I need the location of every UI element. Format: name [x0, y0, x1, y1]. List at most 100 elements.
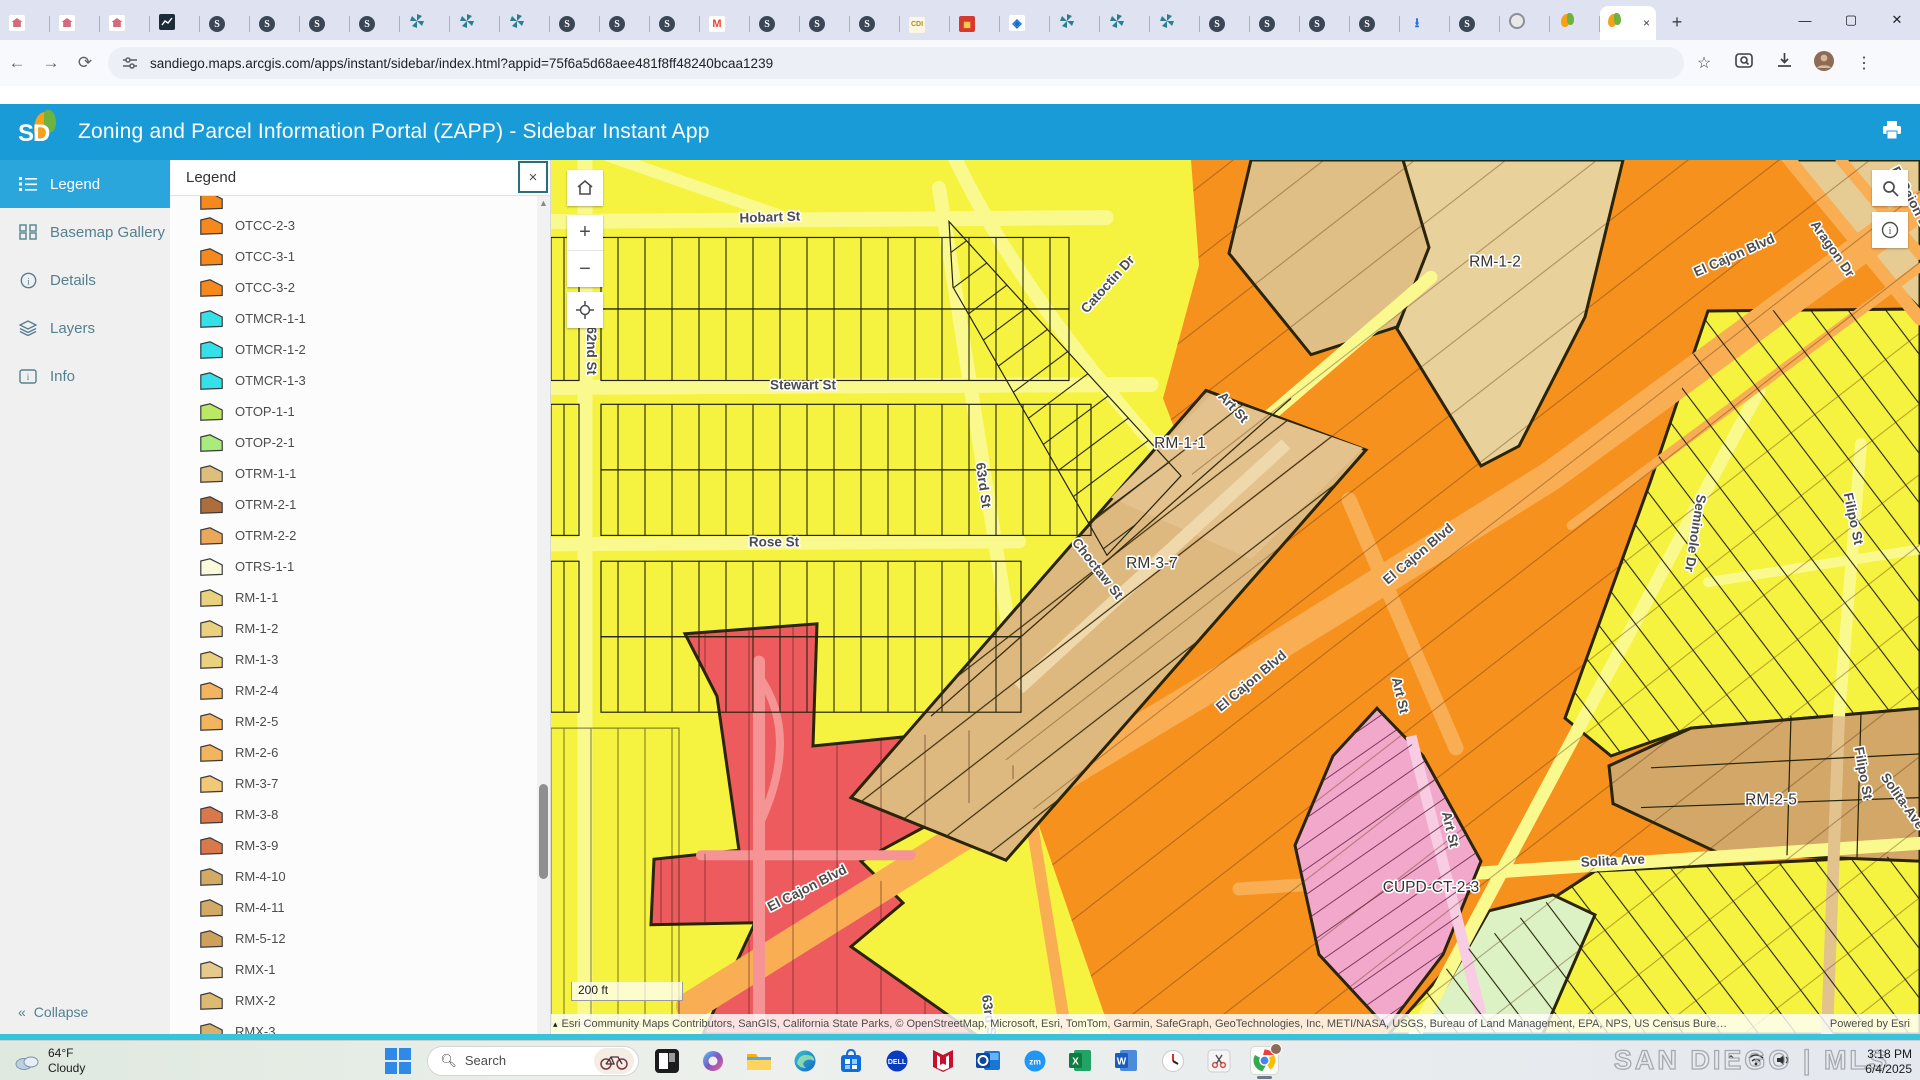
map-view[interactable]: Hobart StStewart StRose St62nd St63rd St…	[551, 160, 1920, 1034]
zoning-map[interactable]: Hobart StStewart StRose St62nd St63rd St…	[551, 160, 1920, 1034]
taskbar-app-dell[interactable]: DELL	[883, 1047, 910, 1074]
download-icon[interactable]	[1764, 52, 1804, 74]
browser-tab[interactable]: M	[700, 6, 750, 40]
legend-item[interactable]: OTMCR-1-2	[170, 334, 537, 365]
browser-tab[interactable]	[1500, 6, 1550, 40]
legend-item[interactable]: OTMCR-1-3	[170, 365, 537, 396]
browser-tab[interactable]: S	[1250, 6, 1300, 40]
legend-item[interactable]: OTRM-2-1	[170, 489, 537, 520]
browser-tab[interactable]: S	[650, 6, 700, 40]
active-tab[interactable]: ×	[1600, 6, 1656, 40]
browser-tab[interactable]	[100, 6, 150, 40]
browser-tab[interactable]	[1150, 6, 1200, 40]
legend-item[interactable]: RM-1-3	[170, 644, 537, 675]
url-text[interactable]: sandiego.maps.arcgis.com/apps/instant/si…	[150, 56, 773, 71]
forward-icon[interactable]: →	[34, 53, 68, 73]
start-button[interactable]	[385, 1048, 411, 1074]
legend-item[interactable]: RM-4-11	[170, 892, 537, 923]
browser-tab[interactable]: CDI	[900, 6, 950, 40]
browser-tab[interactable]: S	[1200, 6, 1250, 40]
legend-item[interactable]: RMX-2	[170, 985, 537, 1016]
legend-item[interactable]: RM-2-6	[170, 737, 537, 768]
legend-item[interactable]: RM-1-2	[170, 613, 537, 644]
browser-tab[interactable]: S	[300, 6, 350, 40]
new-tab-button[interactable]: +	[1664, 10, 1690, 36]
browser-tab[interactable]	[0, 6, 50, 40]
legend-item[interactable]: OTCC-3-2	[170, 272, 537, 303]
legend-item[interactable]: RM-3-9	[170, 830, 537, 861]
taskbar-app-copilot[interactable]	[699, 1047, 726, 1074]
sidebar-item-info[interactable]: iInfo	[0, 352, 170, 400]
legend-item[interactable]: OTRS-1-1	[170, 551, 537, 582]
bookmark-star-icon[interactable]: ☆	[1684, 53, 1724, 73]
home-button[interactable]	[567, 170, 603, 206]
browser-tab[interactable]: ⭳	[1400, 6, 1450, 40]
legend-item[interactable]: RM-2-5	[170, 706, 537, 737]
legend-item[interactable]: OTRM-1-1	[170, 458, 537, 489]
zoom-out-button[interactable]: −	[567, 251, 603, 287]
browser-tab[interactable]: S	[850, 6, 900, 40]
taskbar-app-photos-dark[interactable]	[653, 1047, 680, 1074]
legend-item[interactable]: OTOP-2-1	[170, 427, 537, 458]
sidebar-item-layers[interactable]: Layers	[0, 304, 170, 352]
browser-tab[interactable]: S	[550, 6, 600, 40]
browser-tab[interactable]: S	[250, 6, 300, 40]
browser-tab[interactable]: ▦	[950, 6, 1000, 40]
collapse-button[interactable]: « Collapse	[18, 1004, 88, 1020]
legend-item[interactable]: OTOP-1-1	[170, 396, 537, 427]
browser-tab[interactable]	[1550, 6, 1600, 40]
browser-tab[interactable]: S	[350, 6, 400, 40]
legend-scrollbar[interactable]: ▲	[537, 196, 550, 1034]
browser-tab[interactable]	[500, 6, 550, 40]
reload-icon[interactable]: ⟳	[68, 53, 102, 73]
taskbar-app-excel[interactable]: X	[1067, 1047, 1094, 1074]
legend-close-button[interactable]: ×	[518, 161, 548, 193]
taskbar-app-snip[interactable]	[1205, 1047, 1232, 1074]
taskbar-app-outlook[interactable]	[975, 1047, 1002, 1074]
tab-close-icon[interactable]: ×	[1643, 17, 1650, 29]
taskbar-app-mcafee[interactable]	[929, 1047, 956, 1074]
browser-tab[interactable]	[50, 6, 100, 40]
browser-tab[interactable]: S	[1300, 6, 1350, 40]
browser-tab[interactable]	[400, 6, 450, 40]
legend-item[interactable]: RM-2-4	[170, 675, 537, 706]
site-controls-icon[interactable]	[122, 55, 138, 71]
map-info-button[interactable]: i	[1872, 212, 1908, 248]
scroll-up-icon[interactable]: ▲	[539, 198, 548, 208]
address-bar[interactable]: sandiego.maps.arcgis.com/apps/instant/si…	[108, 47, 1684, 79]
legend-item[interactable]: OTRM-2-2	[170, 520, 537, 551]
taskbar-app-file-explorer[interactable]	[745, 1047, 772, 1074]
bicycle-icon[interactable]	[594, 1048, 634, 1074]
legend-item[interactable]: RM-1-1	[170, 582, 537, 613]
browser-tab[interactable]	[150, 6, 200, 40]
legend-item[interactable]: RM-5-12	[170, 923, 537, 954]
close-button[interactable]: ✕	[1874, 12, 1920, 28]
scrollbar-thumb[interactable]	[539, 784, 548, 879]
legend-item[interactable]: RM-4-10	[170, 861, 537, 892]
browser-tab[interactable]: S	[200, 6, 250, 40]
sidebar-item-legend[interactable]: Legend	[0, 160, 170, 208]
menu-kebab-icon[interactable]: ⋮	[1844, 53, 1884, 73]
browser-tab[interactable]: S	[1350, 6, 1400, 40]
browser-tab[interactable]	[450, 6, 500, 40]
sidebar-item-basemap-gallery[interactable]: Basemap Gallery	[0, 208, 170, 256]
legend-item[interactable]: RM-3-8	[170, 799, 537, 830]
minimize-button[interactable]: —	[1782, 13, 1828, 28]
browser-tab[interactable]	[1050, 6, 1100, 40]
taskbar-search[interactable]: 🔍︎ Search	[427, 1046, 639, 1076]
taskbar-app-word[interactable]: W	[1113, 1047, 1140, 1074]
browser-tab[interactable]: S	[750, 6, 800, 40]
legend-item[interactable]: RM-3-7	[170, 768, 537, 799]
browser-tab[interactable]: S	[800, 6, 850, 40]
back-icon[interactable]: ←	[0, 53, 34, 73]
browser-tab[interactable]: ◈	[1000, 6, 1050, 40]
browser-tab[interactable]: S	[600, 6, 650, 40]
tray-clock[interactable]: 3:18 PM 6/4/2025	[1865, 1047, 1912, 1077]
taskbar-app-clock[interactable]	[1159, 1047, 1186, 1074]
map-search-button[interactable]	[1872, 170, 1908, 206]
sidebar-item-details[interactable]: iDetails	[0, 256, 170, 304]
legend-item[interactable]	[170, 196, 537, 210]
weather-widget[interactable]: 64°F Cloudy	[14, 1046, 85, 1076]
maximize-button[interactable]: ▢	[1828, 12, 1874, 28]
taskbar-app-zoom[interactable]: zm	[1021, 1047, 1048, 1074]
